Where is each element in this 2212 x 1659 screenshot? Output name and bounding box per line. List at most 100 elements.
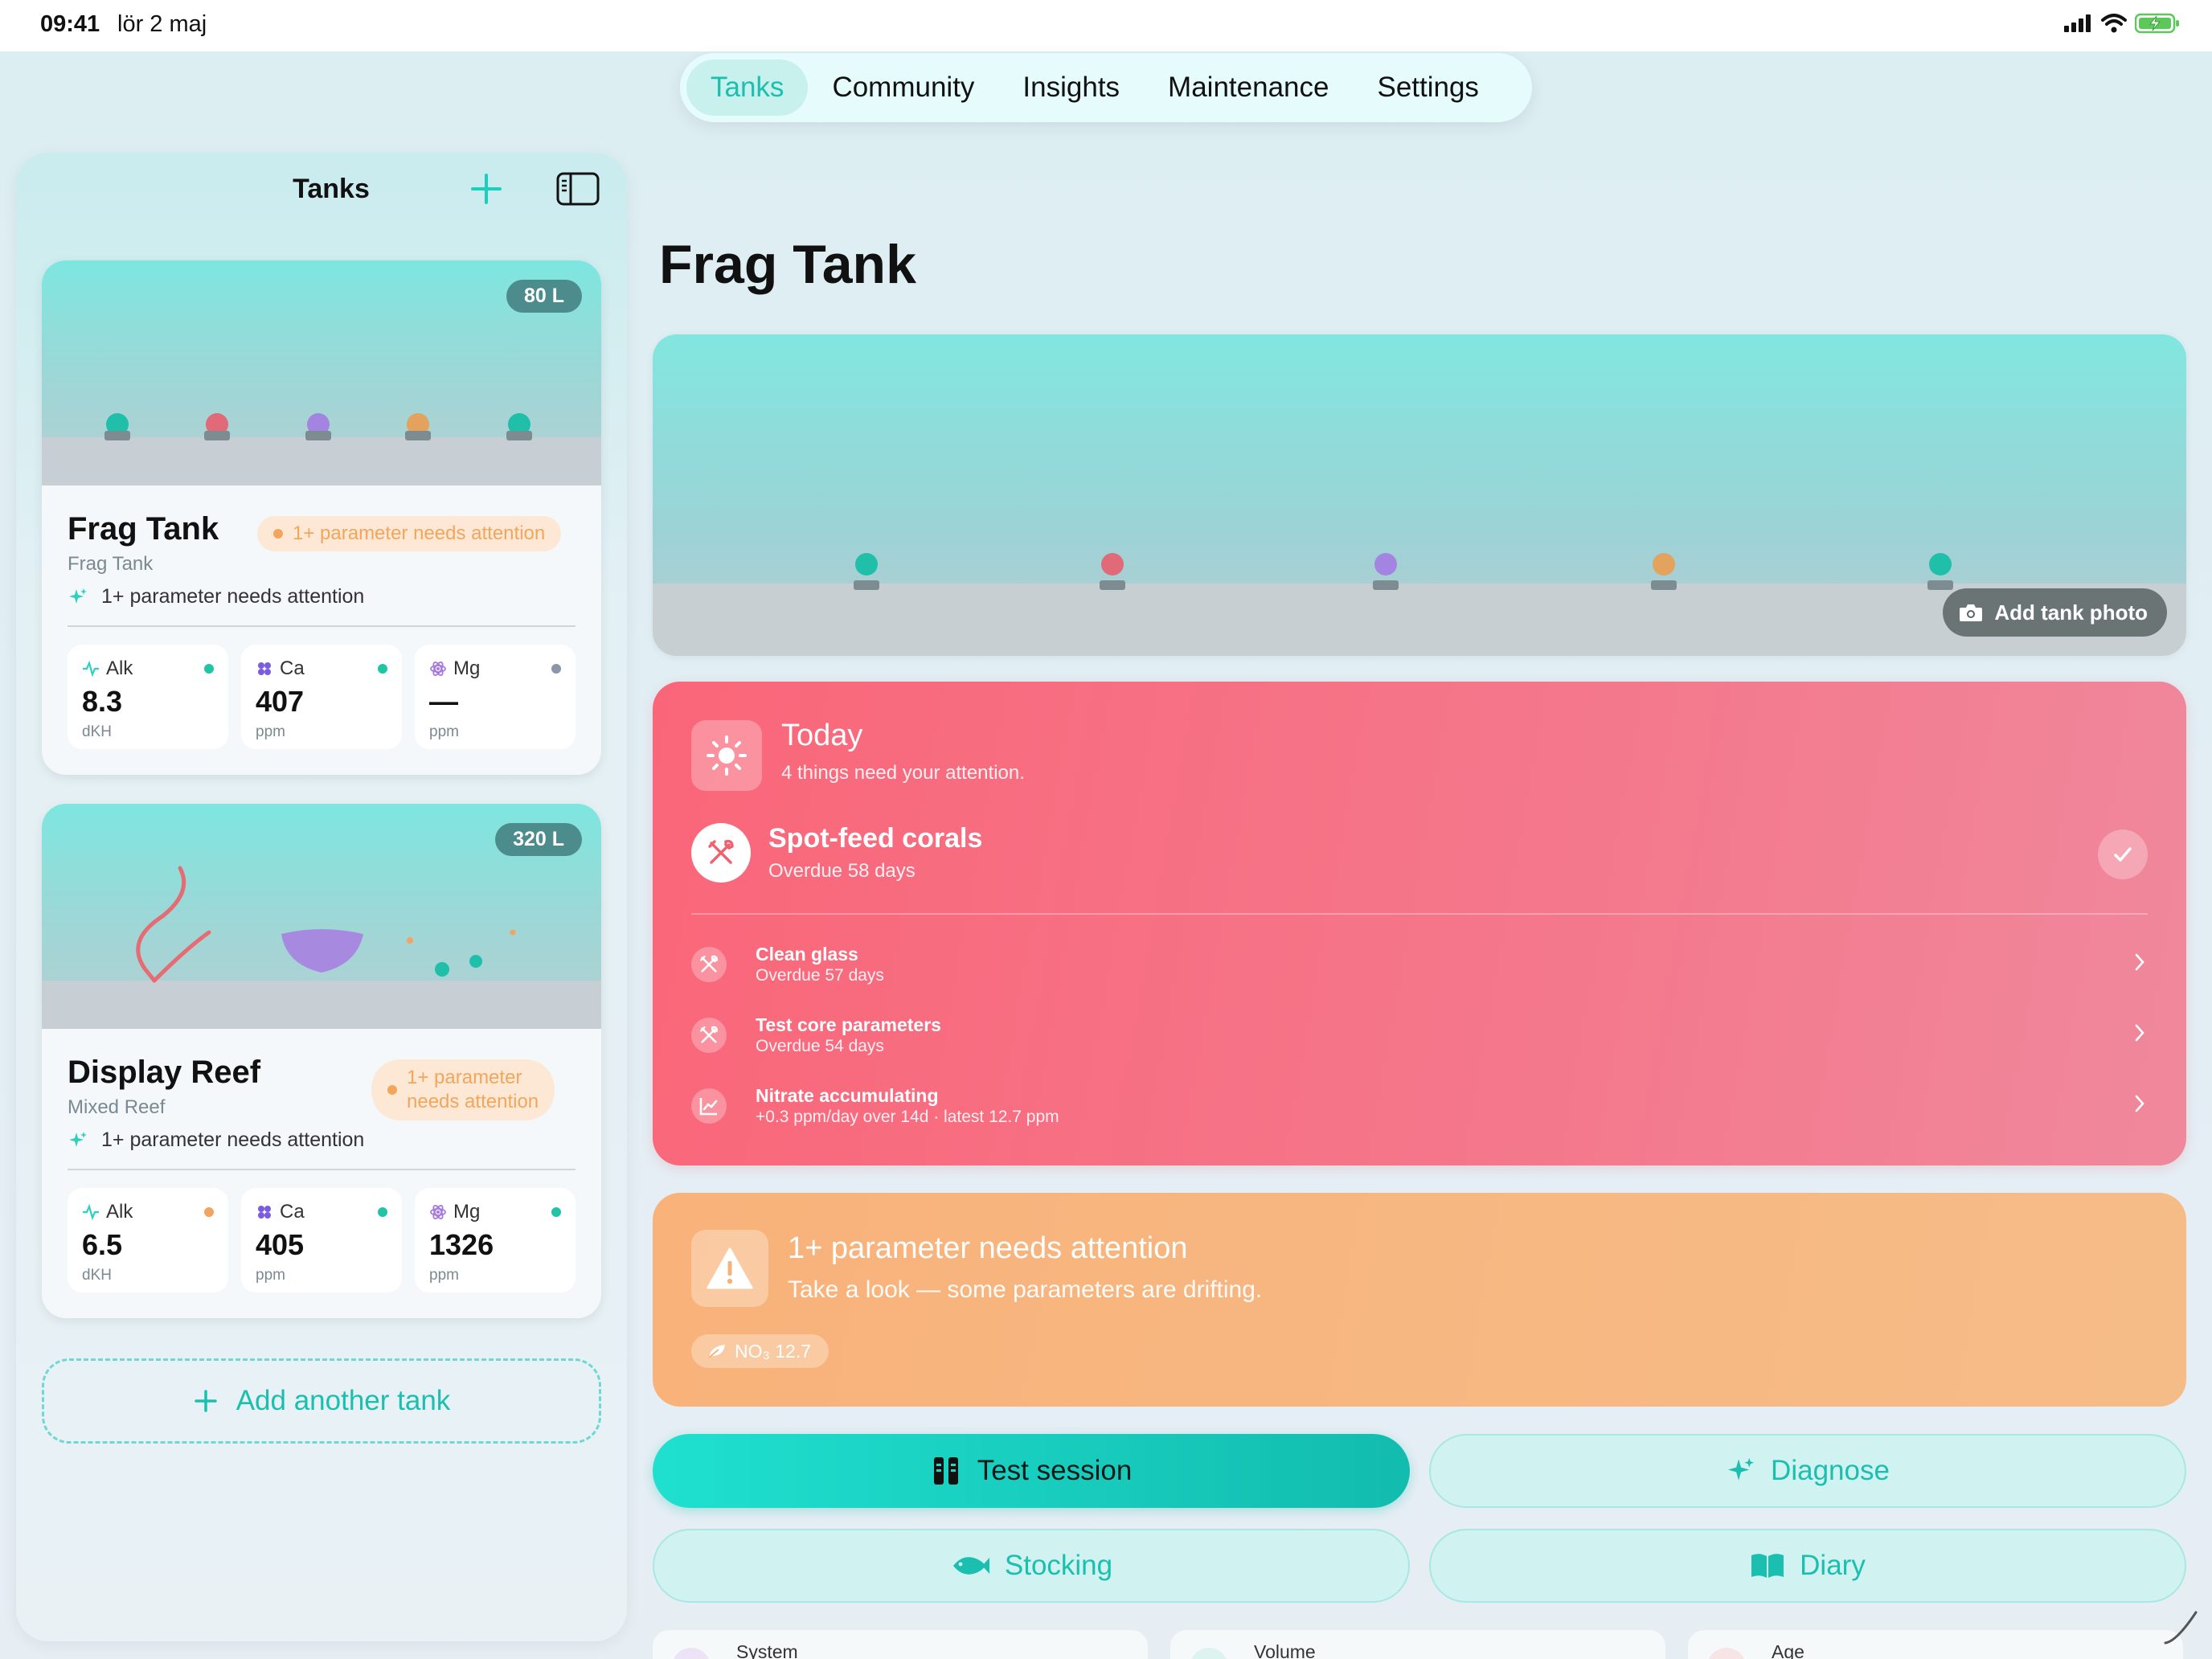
diary-label: Diary: [1800, 1550, 1866, 1581]
alert-title: 1+ parameter needs attention: [788, 1231, 1188, 1265]
stat-label: Age: [1772, 1641, 1804, 1659]
stat-label: System: [736, 1641, 798, 1659]
tank-subtitle: Frag Tank: [68, 553, 154, 575]
plus-icon: [194, 1390, 217, 1412]
param-status-dot: [204, 1207, 214, 1217]
stat-volume: Volume: [1170, 1630, 1665, 1659]
frag-coral: [1653, 553, 1675, 576]
coral-illustration: [136, 866, 516, 983]
calcium-icon: [258, 662, 271, 675]
tank-thumbnail: 80 L: [42, 260, 601, 485]
tank-name: Display Reef: [68, 1055, 261, 1090]
task-title: Test core parameters: [756, 1014, 941, 1035]
system-icon: [672, 1648, 711, 1659]
tank-status-note: 1+ parameter needs attention: [68, 585, 364, 608]
add-tank-button[interactable]: [466, 169, 506, 213]
task-row-nitrate-accumulating[interactable]: Nitrate accumulating +0.3 ppm/day over 1…: [691, 1077, 2148, 1133]
tank-thumbnail: 320 L: [42, 804, 601, 1029]
param-value: 407: [256, 685, 305, 718]
tank-hero-image: Add tank photo: [653, 334, 2186, 656]
param-status-dot: [378, 664, 387, 674]
sun-icon: [691, 720, 762, 791]
stocking-button[interactable]: Stocking: [653, 1529, 1410, 1603]
tank-card-display-reef[interactable]: 320 L Display Reef Mixed Reef 1+ paramet…: [42, 804, 601, 1318]
task-row-test-core-parameters[interactable]: Test core parameters Overdue 54 days: [691, 1006, 2148, 1063]
param-ca[interactable]: Ca 407 ppm: [241, 645, 402, 749]
diagnose-label: Diagnose: [1771, 1455, 1890, 1486]
diary-button[interactable]: Diary: [1429, 1529, 2186, 1603]
param-value: 6.5: [82, 1228, 123, 1261]
test-tubes-icon: [933, 1457, 958, 1485]
add-tank-photo-button[interactable]: Add tank photo: [1943, 588, 2167, 637]
tab-tanks[interactable]: Tanks: [686, 59, 809, 116]
chevron-right-icon: [2135, 1024, 2144, 1042]
pencil-hover-indicator: [2164, 1611, 2198, 1645]
stocking-label: Stocking: [1004, 1550, 1113, 1581]
pulse-icon: [83, 661, 99, 677]
param-unit: ppm: [256, 1267, 285, 1284]
nitrate-chip[interactable]: NO₃ 12.7: [691, 1334, 830, 1368]
param-alk[interactable]: Alk 8.3 dKH: [68, 645, 228, 749]
param-value: 1326: [429, 1228, 494, 1261]
param-mg[interactable]: Mg — ppm: [415, 645, 576, 749]
tools-icon: [691, 1018, 727, 1053]
param-ca[interactable]: Ca 405 ppm: [241, 1188, 402, 1292]
sidebar-icon: [556, 172, 600, 206]
frag-coral: [1929, 553, 1952, 576]
tab-settings[interactable]: Settings: [1353, 59, 1502, 116]
param-unit: ppm: [256, 723, 285, 740]
pulse-icon: [83, 1204, 99, 1220]
chevron-right-icon: [2135, 953, 2144, 971]
sidebar-toggle-button[interactable]: [556, 172, 600, 210]
status-bar: 09:41 lör 2 maj: [0, 0, 2212, 51]
tools-icon: [691, 947, 727, 982]
atom-icon: [430, 662, 446, 676]
task-subtitle: Overdue 54 days: [756, 1037, 884, 1055]
checkmark-icon: [2114, 847, 2132, 862]
tank-subtitle: Mixed Reef: [68, 1096, 166, 1118]
tank-card-frag-tank[interactable]: 80 L Frag Tank Frag Tank 1+ parameter ne…: [42, 260, 601, 775]
test-session-button[interactable]: Test session: [653, 1434, 1410, 1508]
param-status-dot: [378, 1207, 387, 1217]
age-icon: [1707, 1648, 1746, 1659]
param-status-dot: [551, 664, 561, 674]
tank-status-text: 1+ parameter needs attention: [101, 1129, 365, 1151]
test-session-label: Test session: [977, 1455, 1133, 1486]
attention-badge: 1+ parameter needs attention: [371, 1059, 555, 1120]
trend-chart-icon: [691, 1088, 727, 1124]
parameter-alert-card[interactable]: 1+ parameter needs attention Take a look…: [653, 1193, 2186, 1407]
add-another-tank-button[interactable]: Add another tank: [42, 1358, 601, 1444]
complete-task-button[interactable]: [2098, 830, 2148, 879]
status-date: lör 2 maj: [117, 11, 207, 37]
calcium-icon: [258, 1206, 271, 1219]
param-unit: dKH: [82, 723, 112, 740]
page-title: Frag Tank: [659, 234, 916, 295]
tab-community[interactable]: Community: [808, 59, 998, 116]
add-tank-photo-label: Add tank photo: [1994, 600, 2148, 625]
battery-charging-icon: [2135, 13, 2179, 34]
tank-status-note: 1+ parameter needs attention: [68, 1129, 364, 1152]
today-card: Today 4 things need your attention. Spot…: [653, 682, 2186, 1165]
leaf-icon: [708, 1345, 725, 1358]
task-subtitle: +0.3 ppm/day over 14d · latest 12.7 ppm: [756, 1108, 1059, 1126]
today-title: Today: [781, 719, 863, 752]
status-time: 09:41: [40, 11, 100, 37]
stat-label: Volume: [1254, 1641, 1316, 1659]
diagnose-button[interactable]: Diagnose: [1429, 1434, 2186, 1508]
tab-maintenance[interactable]: Maintenance: [1144, 59, 1353, 116]
param-alk[interactable]: Alk 6.5 dKH: [68, 1188, 228, 1292]
wifi-icon: [2101, 14, 2127, 33]
add-another-tank-label: Add another tank: [236, 1385, 451, 1416]
task-subtitle: Overdue 57 days: [756, 966, 884, 985]
param-mg[interactable]: Mg 1326 ppm: [415, 1188, 576, 1292]
sparkle-icon: [1727, 1457, 1755, 1481]
frag-coral: [855, 553, 878, 576]
task-row-clean-glass[interactable]: Clean glass Overdue 57 days: [691, 936, 2148, 992]
main-task-subtitle: Overdue 58 days: [768, 860, 916, 882]
tanks-sidebar: Tanks 80 L Frag Tank Frag Tank 1+ parame…: [16, 153, 627, 1641]
param-value: 8.3: [82, 685, 123, 718]
tank-status-text: 1+ parameter needs attention: [101, 585, 365, 608]
sidebar-title: Tanks: [293, 174, 370, 204]
tab-insights[interactable]: Insights: [998, 59, 1144, 116]
param-status-dot: [204, 664, 214, 674]
